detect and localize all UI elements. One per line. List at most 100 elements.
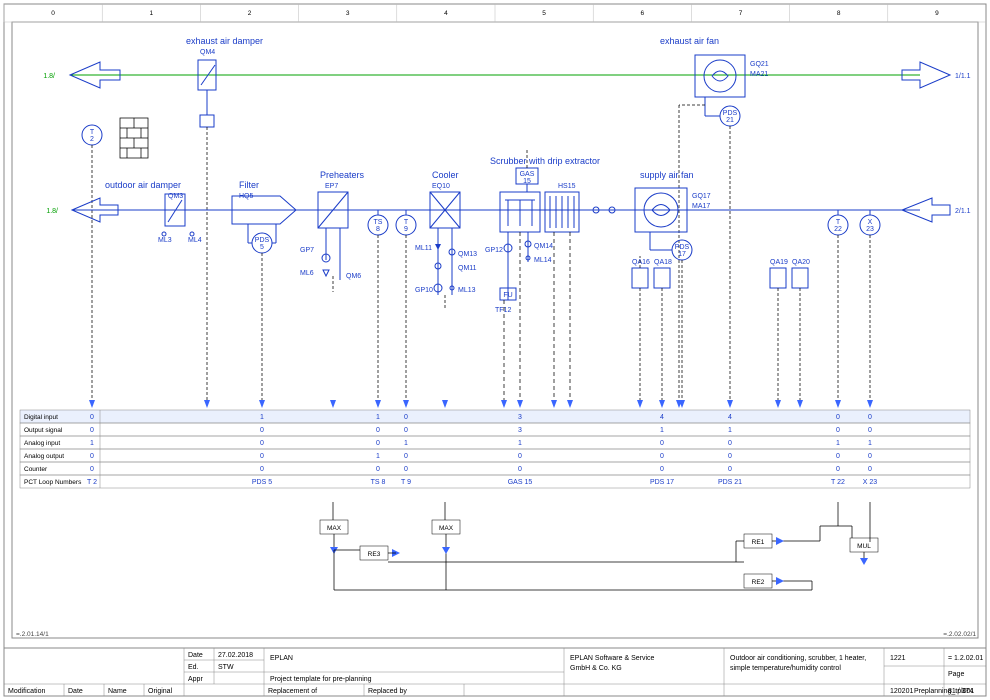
svg-text:0: 0 bbox=[728, 453, 732, 460]
svg-text:QM6: QM6 bbox=[346, 273, 361, 280]
svg-text:0: 0 bbox=[660, 453, 664, 460]
svg-text:Scrubber with drip extractor: Scrubber with drip extractor bbox=[490, 156, 600, 166]
svg-text:RE3: RE3 bbox=[368, 551, 381, 558]
svg-text:0: 0 bbox=[260, 453, 264, 460]
svg-text:0: 0 bbox=[836, 427, 840, 434]
svg-text:GP12: GP12 bbox=[485, 247, 503, 254]
svg-text:MA21: MA21 bbox=[750, 71, 768, 78]
svg-text:0: 0 bbox=[404, 466, 408, 473]
svg-text:PDS: PDS bbox=[723, 110, 738, 117]
svg-text:X 23: X 23 bbox=[863, 479, 878, 486]
svg-text:PCT Loop Numbers: PCT Loop Numbers bbox=[24, 479, 82, 486]
top-ruler: 0123456789 bbox=[4, 4, 986, 22]
svg-text:0: 0 bbox=[376, 440, 380, 447]
svg-text:0: 0 bbox=[728, 466, 732, 473]
svg-text:0: 0 bbox=[376, 466, 380, 473]
svg-text:GQ17: GQ17 bbox=[692, 193, 711, 200]
svg-text:TS: TS bbox=[374, 219, 383, 226]
svg-text:EP7: EP7 bbox=[325, 183, 338, 190]
svg-text:Original: Original bbox=[148, 688, 173, 695]
supply-air-fan: supply air fan GQ17 MA17 PDS 17 QA16 QA1… bbox=[632, 170, 810, 400]
svg-text:= 1.2.02.01: = 1.2.02.01 bbox=[948, 655, 983, 662]
svg-text:5: 5 bbox=[260, 244, 264, 251]
svg-text:0: 0 bbox=[836, 453, 840, 460]
svg-text:2/1.1: 2/1.1 bbox=[955, 208, 971, 215]
svg-text:GQ21: GQ21 bbox=[750, 61, 769, 68]
svg-text:0: 0 bbox=[868, 427, 872, 434]
svg-text:4: 4 bbox=[660, 414, 664, 421]
svg-text:ML6: ML6 bbox=[300, 270, 314, 277]
svg-text:Project template for pre-plann: Project template for pre-planning bbox=[270, 676, 372, 683]
svg-text:0: 0 bbox=[404, 453, 408, 460]
svg-text:0: 0 bbox=[404, 427, 408, 434]
svg-text:MAX: MAX bbox=[439, 525, 454, 532]
svg-text:Digital input: Digital input bbox=[24, 414, 58, 421]
svg-text:X: X bbox=[868, 219, 873, 226]
svg-text:PDS: PDS bbox=[675, 244, 690, 251]
svg-text:0: 0 bbox=[868, 414, 872, 421]
svg-text:27.02.2018: 27.02.2018 bbox=[218, 652, 253, 659]
title-block: Modification Date Name Original Replacem… bbox=[4, 648, 986, 696]
svg-text:Appr: Appr bbox=[188, 676, 203, 683]
svg-text:1: 1 bbox=[376, 414, 380, 421]
svg-text:ML13: ML13 bbox=[458, 287, 476, 294]
svg-text:3: 3 bbox=[346, 10, 350, 17]
svg-text:EPLAN: EPLAN bbox=[270, 655, 293, 662]
svg-text:T 2: T 2 bbox=[87, 479, 97, 486]
svg-text:Analog input: Analog input bbox=[24, 440, 60, 447]
svg-text:5: 5 bbox=[542, 10, 546, 17]
scrubber: Scrubber with drip extractor HS15 GAS 15… bbox=[485, 150, 600, 400]
svg-text:supply air fan: supply air fan bbox=[640, 170, 694, 180]
svg-text:Counter: Counter bbox=[24, 466, 48, 473]
svg-text:T: T bbox=[836, 219, 841, 226]
signal-arrows bbox=[89, 400, 873, 408]
svg-text:exhaust air fan: exhaust air fan bbox=[660, 36, 719, 46]
svg-text:23: 23 bbox=[866, 226, 874, 233]
svg-text:1: 1 bbox=[518, 440, 522, 447]
svg-text:QA18: QA18 bbox=[654, 259, 672, 266]
svg-text:Date: Date bbox=[188, 652, 203, 659]
svg-text:1.8/: 1.8/ bbox=[43, 73, 55, 80]
svg-text:0: 0 bbox=[868, 453, 872, 460]
cooler: Cooler EQ10 ML11 QM13 QM11 GP10 ML13 bbox=[415, 170, 477, 310]
svg-text:T: T bbox=[404, 219, 409, 226]
svg-text:2: 2 bbox=[248, 10, 252, 17]
svg-text:6: 6 bbox=[640, 10, 644, 17]
svg-text:1: 1 bbox=[149, 10, 153, 17]
svg-text:Date: Date bbox=[68, 688, 83, 695]
svg-text:0: 0 bbox=[728, 440, 732, 447]
svg-text:GAS: GAS bbox=[520, 171, 535, 178]
svg-text:2: 2 bbox=[90, 136, 94, 143]
svg-text:0: 0 bbox=[260, 427, 264, 434]
svg-text:0: 0 bbox=[660, 440, 664, 447]
outer-frame bbox=[4, 4, 986, 696]
svg-text:Cooler: Cooler bbox=[432, 170, 459, 180]
svg-text:3: 3 bbox=[518, 414, 522, 421]
svg-text:0: 0 bbox=[376, 427, 380, 434]
svg-text:TF12: TF12 bbox=[495, 307, 511, 314]
svg-text:EQ10: EQ10 bbox=[432, 183, 450, 190]
svg-text:0: 0 bbox=[260, 466, 264, 473]
svg-text:120201: 120201 bbox=[890, 688, 913, 695]
svg-text:Name: Name bbox=[108, 688, 127, 695]
svg-text:TS 8: TS 8 bbox=[371, 479, 386, 486]
svg-text:PDS 21: PDS 21 bbox=[718, 479, 742, 486]
svg-text:0: 0 bbox=[90, 453, 94, 460]
svg-text:1: 1 bbox=[404, 440, 408, 447]
svg-text:21: 21 bbox=[726, 117, 734, 124]
svg-text:PDS 5: PDS 5 bbox=[252, 479, 272, 486]
svg-text:Replaced by: Replaced by bbox=[368, 688, 407, 695]
schematic-drawing: 0123456789 1.8/ 1/1.1 exhaust air damper… bbox=[0, 0, 990, 700]
svg-text:ML4: ML4 bbox=[188, 237, 202, 244]
io-table: Digital input011034400Output signal00003… bbox=[20, 410, 970, 488]
svg-text:0: 0 bbox=[260, 440, 264, 447]
svg-text:7: 7 bbox=[739, 10, 743, 17]
svg-text:8: 8 bbox=[837, 10, 841, 17]
svg-text:1/1.1: 1/1.1 bbox=[955, 73, 971, 80]
svg-text:1: 1 bbox=[376, 453, 380, 460]
svg-text:4: 4 bbox=[728, 414, 732, 421]
svg-text:1: 1 bbox=[660, 427, 664, 434]
svg-text:ML3: ML3 bbox=[158, 237, 172, 244]
svg-text:Replacement of: Replacement of bbox=[268, 688, 317, 695]
svg-text:0: 0 bbox=[90, 466, 94, 473]
